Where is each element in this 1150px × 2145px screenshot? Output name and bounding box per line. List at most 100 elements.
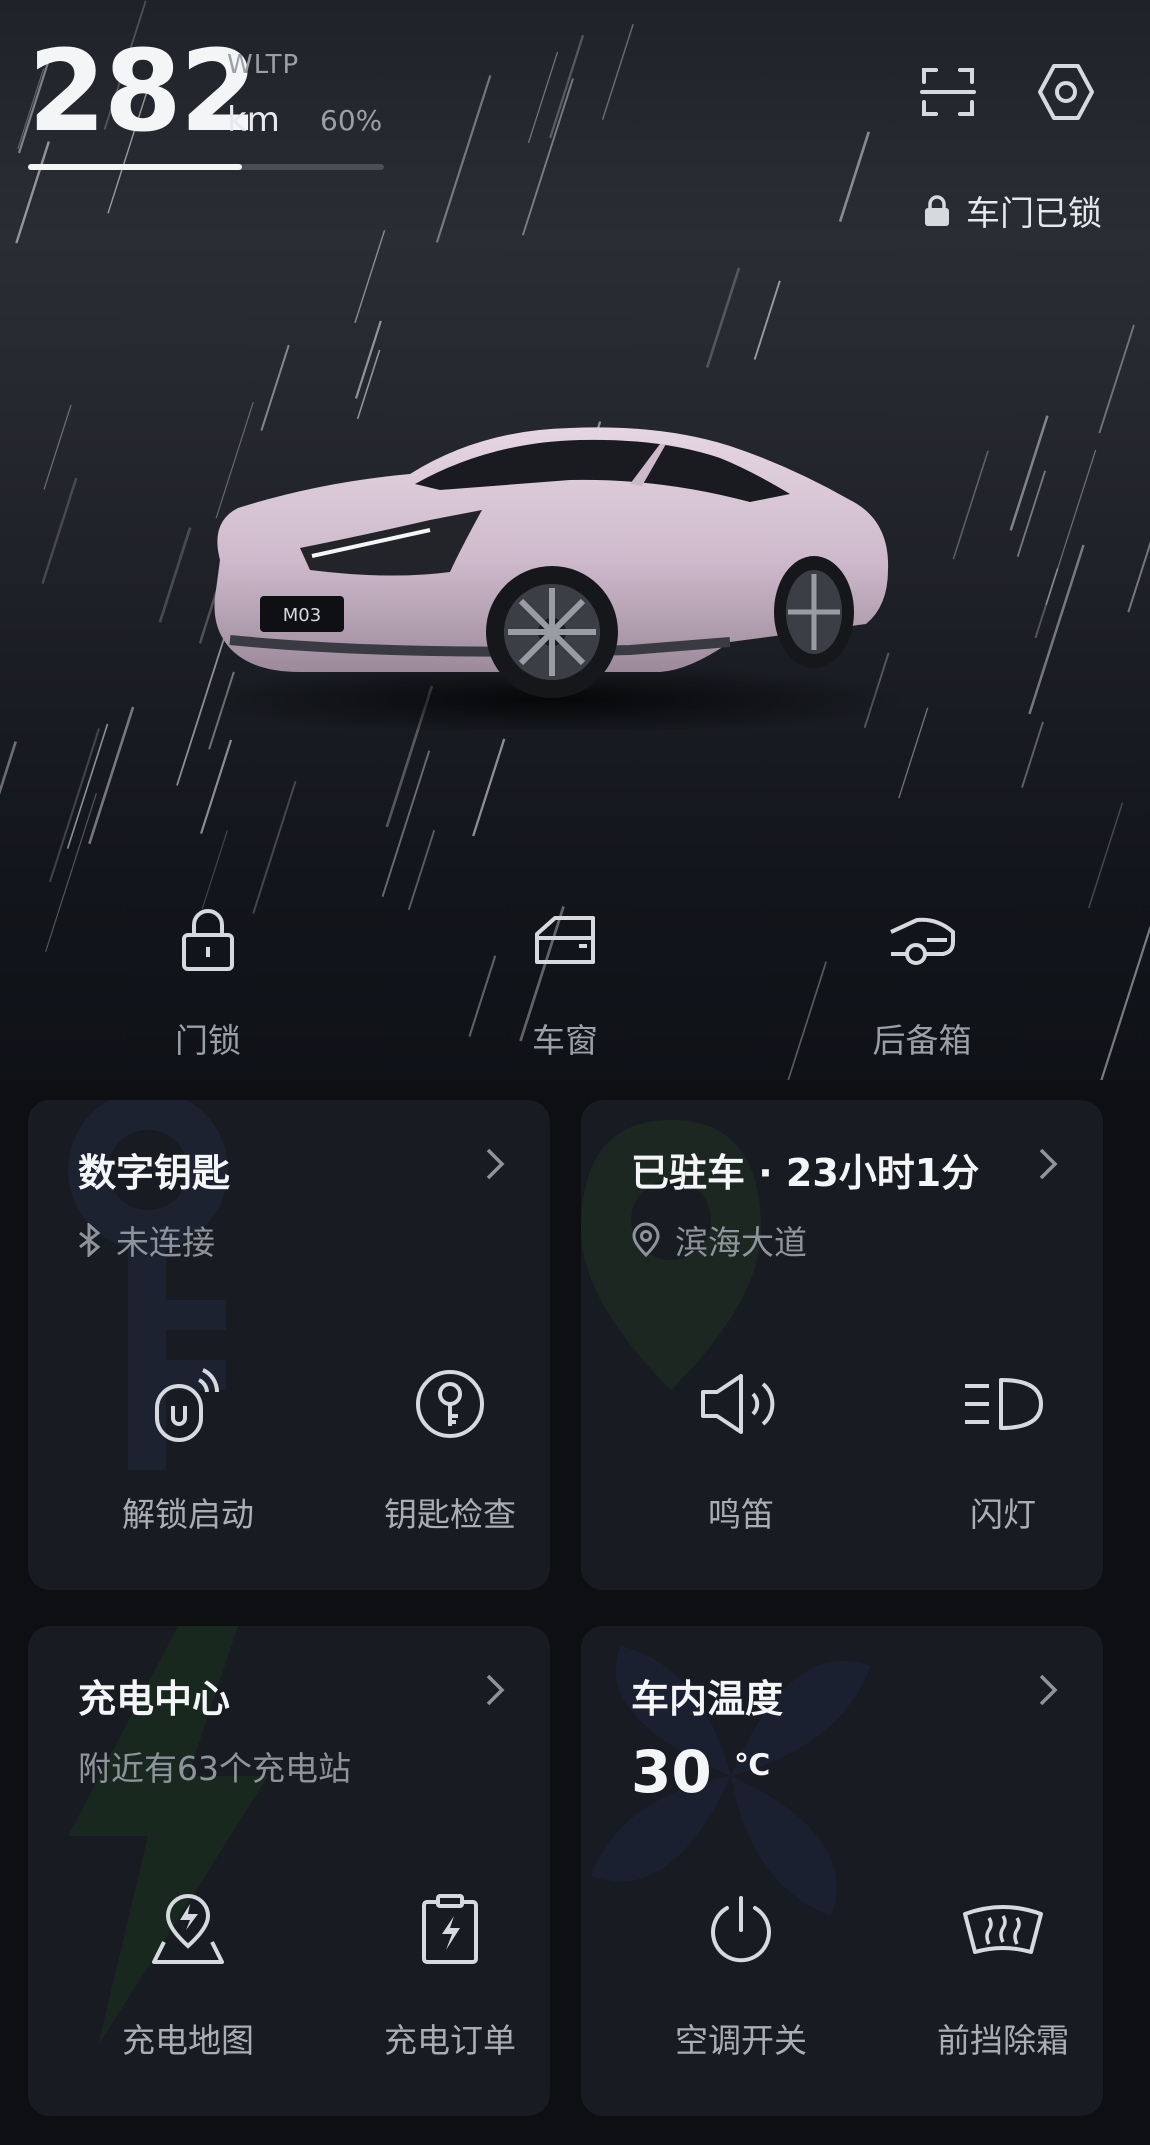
horn-icon xyxy=(701,1374,775,1434)
unlock-start-button[interactable]: 解锁启动 xyxy=(78,1364,298,1536)
battery-percent: 60% xyxy=(320,104,383,137)
lock-status-label: 车门已锁 xyxy=(966,194,1102,234)
rain-streak xyxy=(354,230,386,324)
padlock-icon xyxy=(182,909,234,971)
range-value: 282 xyxy=(28,27,258,157)
charging-card[interactable]: 充电中心 附近有63个充电站 充电地图 充电订单 xyxy=(28,1626,550,2116)
door-lock-label: 门锁 xyxy=(175,1021,241,1060)
headlight-icon xyxy=(965,1378,1043,1430)
chevron-right-icon xyxy=(486,1674,505,1706)
chevron-right-icon xyxy=(486,1148,505,1180)
charge-order-button[interactable]: 充电订单 xyxy=(340,1890,550,2062)
license-plate: M03 xyxy=(283,605,321,626)
cabin-temperature: 30 xyxy=(631,1738,712,1806)
rain-streak xyxy=(1088,802,1124,909)
defrost-icon xyxy=(963,1905,1043,1954)
rain-streak xyxy=(201,830,228,910)
key-check-button[interactable]: 钥匙检查 xyxy=(340,1364,550,1536)
bluetooth-icon xyxy=(79,1223,101,1257)
car-image: M03 xyxy=(190,427,910,730)
settings-icon xyxy=(1038,64,1094,120)
key-check-icon xyxy=(416,1370,484,1438)
rain-streak xyxy=(1127,541,1150,613)
window-icon xyxy=(535,916,595,964)
rain-streak xyxy=(1016,470,1047,557)
door-lock-status: 车门已锁 xyxy=(922,186,1102,235)
charge-order-icon xyxy=(422,1894,478,1964)
rain-streak xyxy=(787,961,827,1080)
rain-streak xyxy=(1021,721,1044,788)
climate-card[interactable]: 车内温度 30 ℃ 空调开关 前挡除霜 xyxy=(581,1626,1103,2116)
charging-title: 充电中心 xyxy=(78,1677,231,1721)
front-defrost-button[interactable]: 前挡除霜 xyxy=(893,1890,1103,2062)
rain-streak xyxy=(1098,324,1135,434)
rain-streak xyxy=(549,34,585,139)
flash-lights-label: 闪灯 xyxy=(970,1495,1036,1534)
battery-bar xyxy=(28,164,384,170)
front-wheel xyxy=(486,566,618,698)
window-label: 车窗 xyxy=(532,1021,598,1060)
rain-streak xyxy=(0,741,17,795)
horn-button[interactable]: 鸣笛 xyxy=(631,1364,851,1536)
flash-lights-button[interactable]: 闪灯 xyxy=(893,1364,1103,1536)
key-check-label: 钥匙检查 xyxy=(384,1495,516,1534)
digital-key-title: 数字钥匙 xyxy=(78,1151,231,1195)
charging-subtitle-label: 附近有63个充电站 xyxy=(78,1749,351,1788)
rain-streak xyxy=(705,267,741,368)
parking-location: 滨海大道 xyxy=(631,1216,807,1264)
power-icon xyxy=(711,1896,771,1963)
digital-key-card[interactable]: 数字钥匙 未连接 解锁启动 钥匙检查 xyxy=(28,1100,550,1590)
rain-streak xyxy=(753,280,781,360)
parking-card[interactable]: 已驻车 · 23小时1分 滨海大道 鸣笛 闪灯 xyxy=(581,1100,1103,1590)
charge-order-label: 充电订单 xyxy=(384,2021,516,2060)
rain-streak xyxy=(66,723,109,849)
charge-map-icon xyxy=(152,1894,224,1964)
range-unit: km xyxy=(227,100,280,140)
digital-key-status: 未连接 xyxy=(78,1216,215,1264)
scan-button[interactable] xyxy=(908,52,988,132)
digital-key-status-label: 未连接 xyxy=(116,1223,215,1262)
padlock-small-icon xyxy=(925,194,949,226)
rain-streak xyxy=(407,829,436,911)
rain-streak xyxy=(48,728,101,883)
rain-streak xyxy=(601,23,634,120)
charging-subtitle: 附近有63个充电站 xyxy=(78,1742,351,1790)
rain-streak xyxy=(88,706,135,845)
trunk-icon xyxy=(890,917,955,965)
rain-streak xyxy=(381,750,431,897)
range-standard: WLTP xyxy=(227,50,300,80)
rear-wheel xyxy=(774,556,854,668)
battery-bar-fill xyxy=(28,164,242,170)
rain-streak xyxy=(472,738,506,837)
front-defrost-label: 前挡除霜 xyxy=(937,2021,1069,2060)
trunk-label: 后备箱 xyxy=(872,1021,972,1060)
scan-icon xyxy=(920,68,976,116)
ac-power-label: 空调开关 xyxy=(675,2021,807,2060)
rain-streak xyxy=(252,780,297,914)
door-lock-button[interactable]: 门锁 xyxy=(108,900,308,1070)
parking-title: 已驻车 · 23小时1分 xyxy=(631,1151,980,1195)
settings-button[interactable] xyxy=(1026,52,1106,132)
rain-streak xyxy=(158,527,192,623)
rain-streak xyxy=(521,78,574,236)
charge-map-label: 充电地图 xyxy=(122,2021,254,2060)
rain-streak xyxy=(1009,415,1049,531)
charge-map-button[interactable]: 充电地图 xyxy=(78,1890,298,2062)
chevron-right-icon xyxy=(1039,1674,1058,1706)
ac-power-button[interactable]: 空调开关 xyxy=(631,1890,851,2062)
parking-location-label: 滨海大道 xyxy=(675,1223,807,1262)
rain-streak xyxy=(41,477,78,585)
rain-streak xyxy=(435,75,492,243)
chevron-right-icon xyxy=(1039,1148,1058,1180)
rain-streak xyxy=(43,404,72,490)
unlock-start-icon xyxy=(155,1368,220,1442)
rain-streak xyxy=(952,450,989,560)
trunk-button[interactable]: 后备箱 xyxy=(822,900,1022,1070)
horn-label: 鸣笛 xyxy=(708,1495,774,1534)
climate-title: 车内温度 xyxy=(631,1677,784,1721)
rain-streak xyxy=(1100,926,1150,1080)
rain-streak xyxy=(838,131,871,222)
hero-area: 282 WLTP km 60% 车门已锁 M03 门锁 车窗 后备箱 xyxy=(0,0,1150,1080)
temperature-unit: ℃ xyxy=(734,1748,771,1783)
window-button[interactable]: 车窗 xyxy=(465,900,665,1070)
